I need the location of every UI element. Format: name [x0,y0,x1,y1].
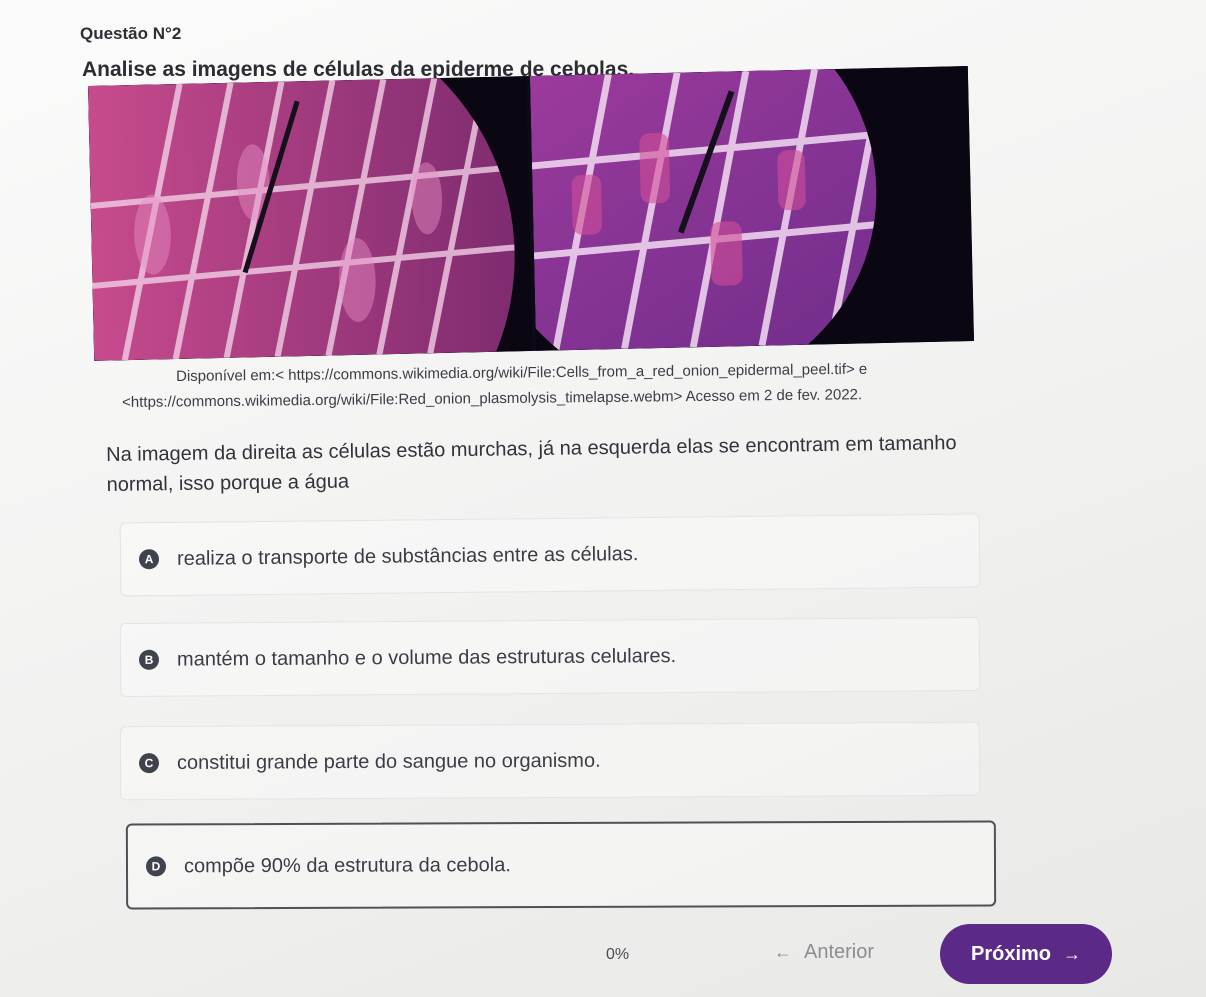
option-text-c: constitui grande parte do sangue no orga… [176,749,601,774]
option-d[interactable]: D compõe 90% da estrutura da cebola. [125,820,997,910]
option-b[interactable]: B mantém o tamanho e o volume das estrut… [119,616,981,698]
previous-button[interactable]: ← Anterior [768,940,880,965]
question-number: Questão N°2 [80,24,182,43]
image-source-line-2: <https://commons.wikimedia.org/wiki/File… [122,386,863,411]
option-c[interactable]: C constitui grande parte do sangue no or… [119,721,981,801]
next-button[interactable]: Próximo → [940,924,1112,984]
option-text-d: compõe 90% da estrutura da cebola. [183,853,511,877]
image-source-line-1: Disponível em:< https://commons.wikimedi… [176,360,868,385]
option-text-a: realiza o transporte de substâncias entr… [176,542,639,570]
next-button-label: Próximo [970,942,1052,965]
arrow-right-icon: → [1063,943,1082,964]
option-letter-d: D [145,856,167,877]
previous-button-label: Anterior [804,941,875,963]
option-text-b: mantém o tamanho e o volume das estrutur… [176,644,677,671]
right-microscope-image [529,66,975,351]
option-letter-c: C [138,753,160,774]
arrow-left-icon: ← [774,942,792,962]
onion-cells-figure [88,66,975,361]
question-statement: Na imagem da direita as células estão mu… [106,432,957,496]
option-letter-b: B [138,649,160,670]
option-letter-a: A [138,549,160,570]
option-a[interactable]: A realiza o transporte de substâncias en… [119,513,981,597]
progress-indicator: 0% [606,946,630,963]
left-microscope-image [88,76,533,361]
